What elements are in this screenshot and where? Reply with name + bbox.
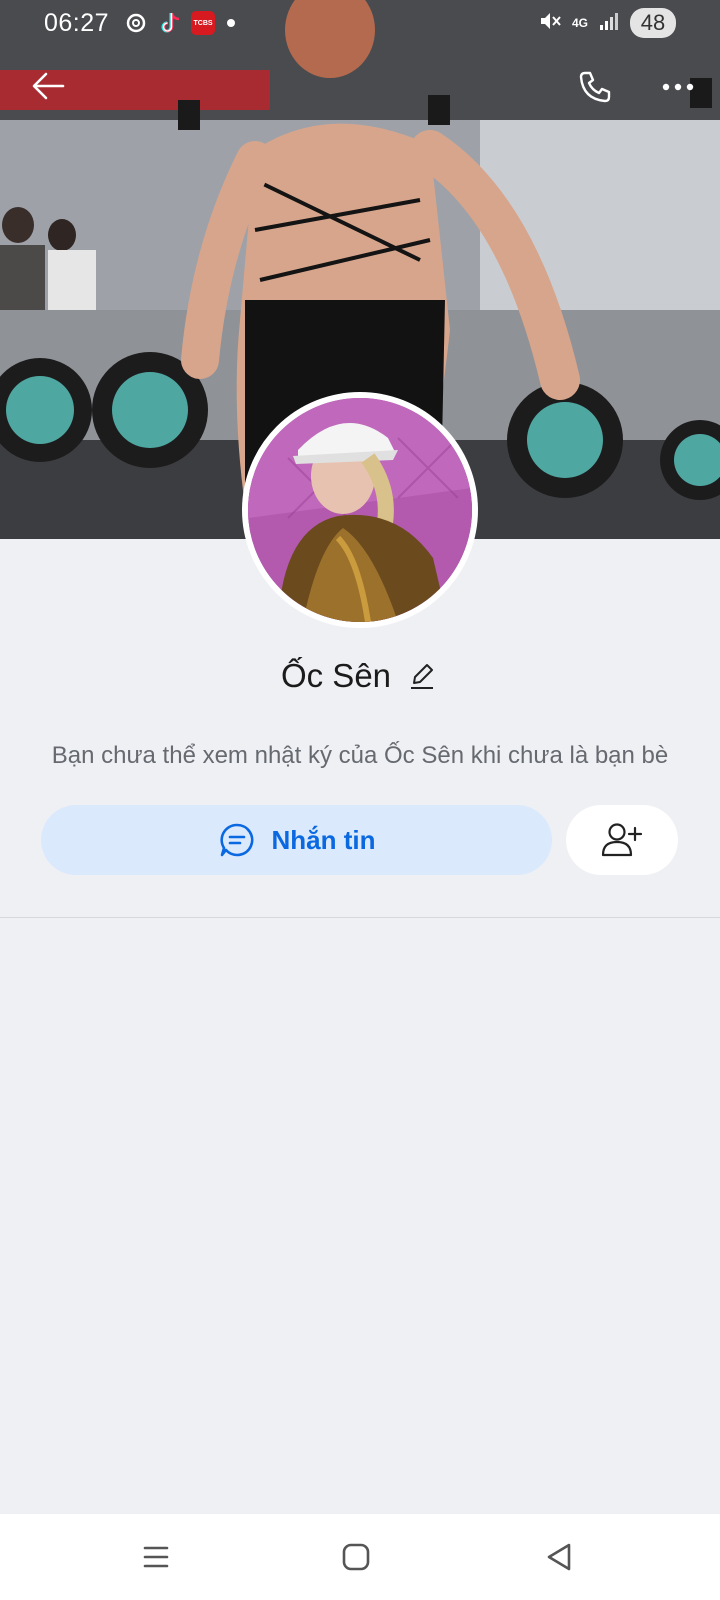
home-button[interactable] — [331, 1534, 381, 1580]
status-bar: 06:27 TCBS 4G 48 — [0, 0, 720, 46]
threads-icon — [123, 10, 149, 36]
battery-level: 48 — [630, 8, 676, 38]
recents-button[interactable] — [131, 1534, 181, 1580]
system-navigation-bar — [0, 1514, 720, 1600]
phone-icon — [579, 71, 611, 103]
signal-icon — [598, 10, 620, 37]
more-notifications-dot — [227, 19, 236, 27]
avatar-illustration — [248, 398, 472, 622]
section-divider — [0, 917, 720, 918]
profile-name: Ốc Sên — [280, 657, 392, 694]
home-icon — [342, 1543, 370, 1571]
more-options-button[interactable] — [650, 62, 706, 112]
add-user-icon — [601, 823, 643, 857]
top-action-bar — [0, 56, 720, 116]
recents-icon — [143, 1546, 169, 1568]
status-time: 06:27 — [44, 8, 110, 37]
system-back-button[interactable] — [534, 1534, 584, 1580]
status-indicators: 4G 48 — [538, 8, 676, 38]
message-label: Nhắn tin — [271, 824, 376, 855]
back-triangle-icon — [547, 1543, 571, 1571]
profile-avatar[interactable] — [242, 392, 478, 628]
pencil-icon — [411, 664, 434, 689]
chat-bubble-icon — [219, 823, 253, 857]
back-button[interactable] — [26, 64, 70, 108]
tcbs-icon: TCBS — [191, 11, 216, 35]
mute-icon — [538, 9, 562, 38]
add-friend-button[interactable] — [566, 805, 678, 875]
network-type: 4G — [571, 16, 588, 30]
friend-restriction-notice: Bạn chưa thể xem nhật ký của Ốc Sên khi … — [51, 742, 669, 769]
edit-name-button[interactable] — [405, 659, 439, 693]
tiktok-icon — [157, 10, 183, 36]
profile-name-row: Ốc Sên — [0, 648, 720, 704]
call-button[interactable] — [570, 62, 620, 112]
notification-icons: TCBS — [123, 10, 236, 36]
more-horizontal-icon — [662, 83, 694, 91]
message-button[interactable]: Nhắn tin — [41, 805, 552, 875]
arrow-left-icon — [32, 72, 65, 100]
